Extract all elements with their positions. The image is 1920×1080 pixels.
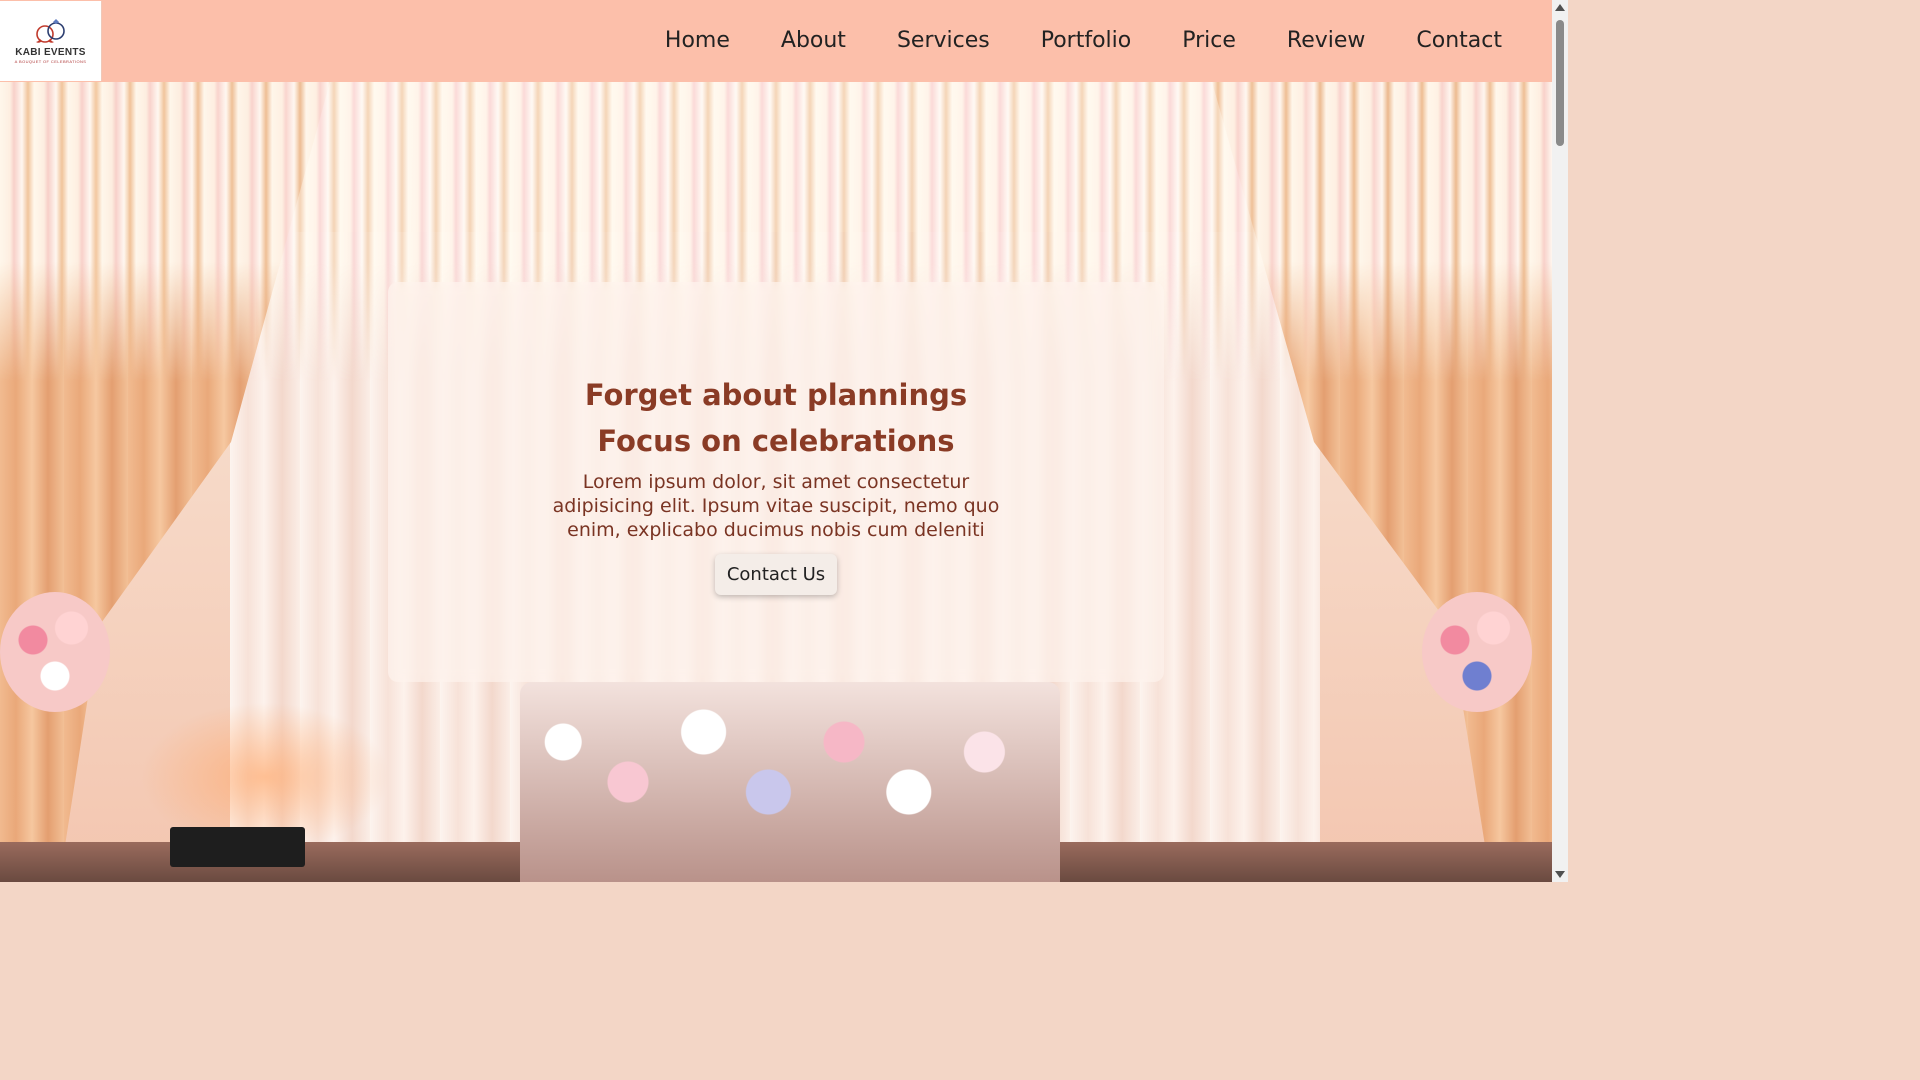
flower-arrangement-left xyxy=(0,592,110,712)
nav-home[interactable]: Home xyxy=(665,0,730,82)
nav-review[interactable]: Review xyxy=(1287,0,1366,82)
scrollbar[interactable] xyxy=(1552,0,1568,882)
hero-title-line1: Forget about plannings xyxy=(584,378,968,412)
logo-name: KABI EVENTS xyxy=(15,46,86,58)
nav-about[interactable]: About xyxy=(781,0,846,82)
hero-title-line2: Focus on celebrations xyxy=(597,424,955,458)
nav-portfolio[interactable]: Portfolio xyxy=(1041,0,1132,82)
hero-description: Lorem ipsum dolor, sit amet consectetur … xyxy=(552,471,1000,541)
scroll-down-icon[interactable] xyxy=(1555,871,1565,878)
nav-price[interactable]: Price xyxy=(1182,0,1236,82)
scroll-up-icon[interactable] xyxy=(1555,4,1565,11)
logo-tagline: A BOUQUET OF CELEBRATIONS xyxy=(14,58,87,64)
logo[interactable]: KABI EVENTS A BOUQUET OF CELEBRATIONS xyxy=(0,1,102,81)
rings-icon xyxy=(35,18,65,43)
navbar: KABI EVENTS A BOUQUET OF CELEBRATIONS Ho… xyxy=(0,0,1552,82)
nav-services[interactable]: Services xyxy=(897,0,990,82)
nav-menu: Home About Services Portfolio Price Revi… xyxy=(614,0,1502,82)
nav-contact[interactable]: Contact xyxy=(1416,0,1502,82)
flower-arrangement-right xyxy=(1422,592,1532,712)
stage-light xyxy=(170,827,305,867)
flower-bed-center xyxy=(520,682,1060,882)
scroll-thumb[interactable] xyxy=(1556,20,1564,146)
contact-us-button[interactable]: Contact Us xyxy=(714,554,838,595)
hero-card: Forget about plannings Focus on celebrat… xyxy=(388,282,1164,682)
